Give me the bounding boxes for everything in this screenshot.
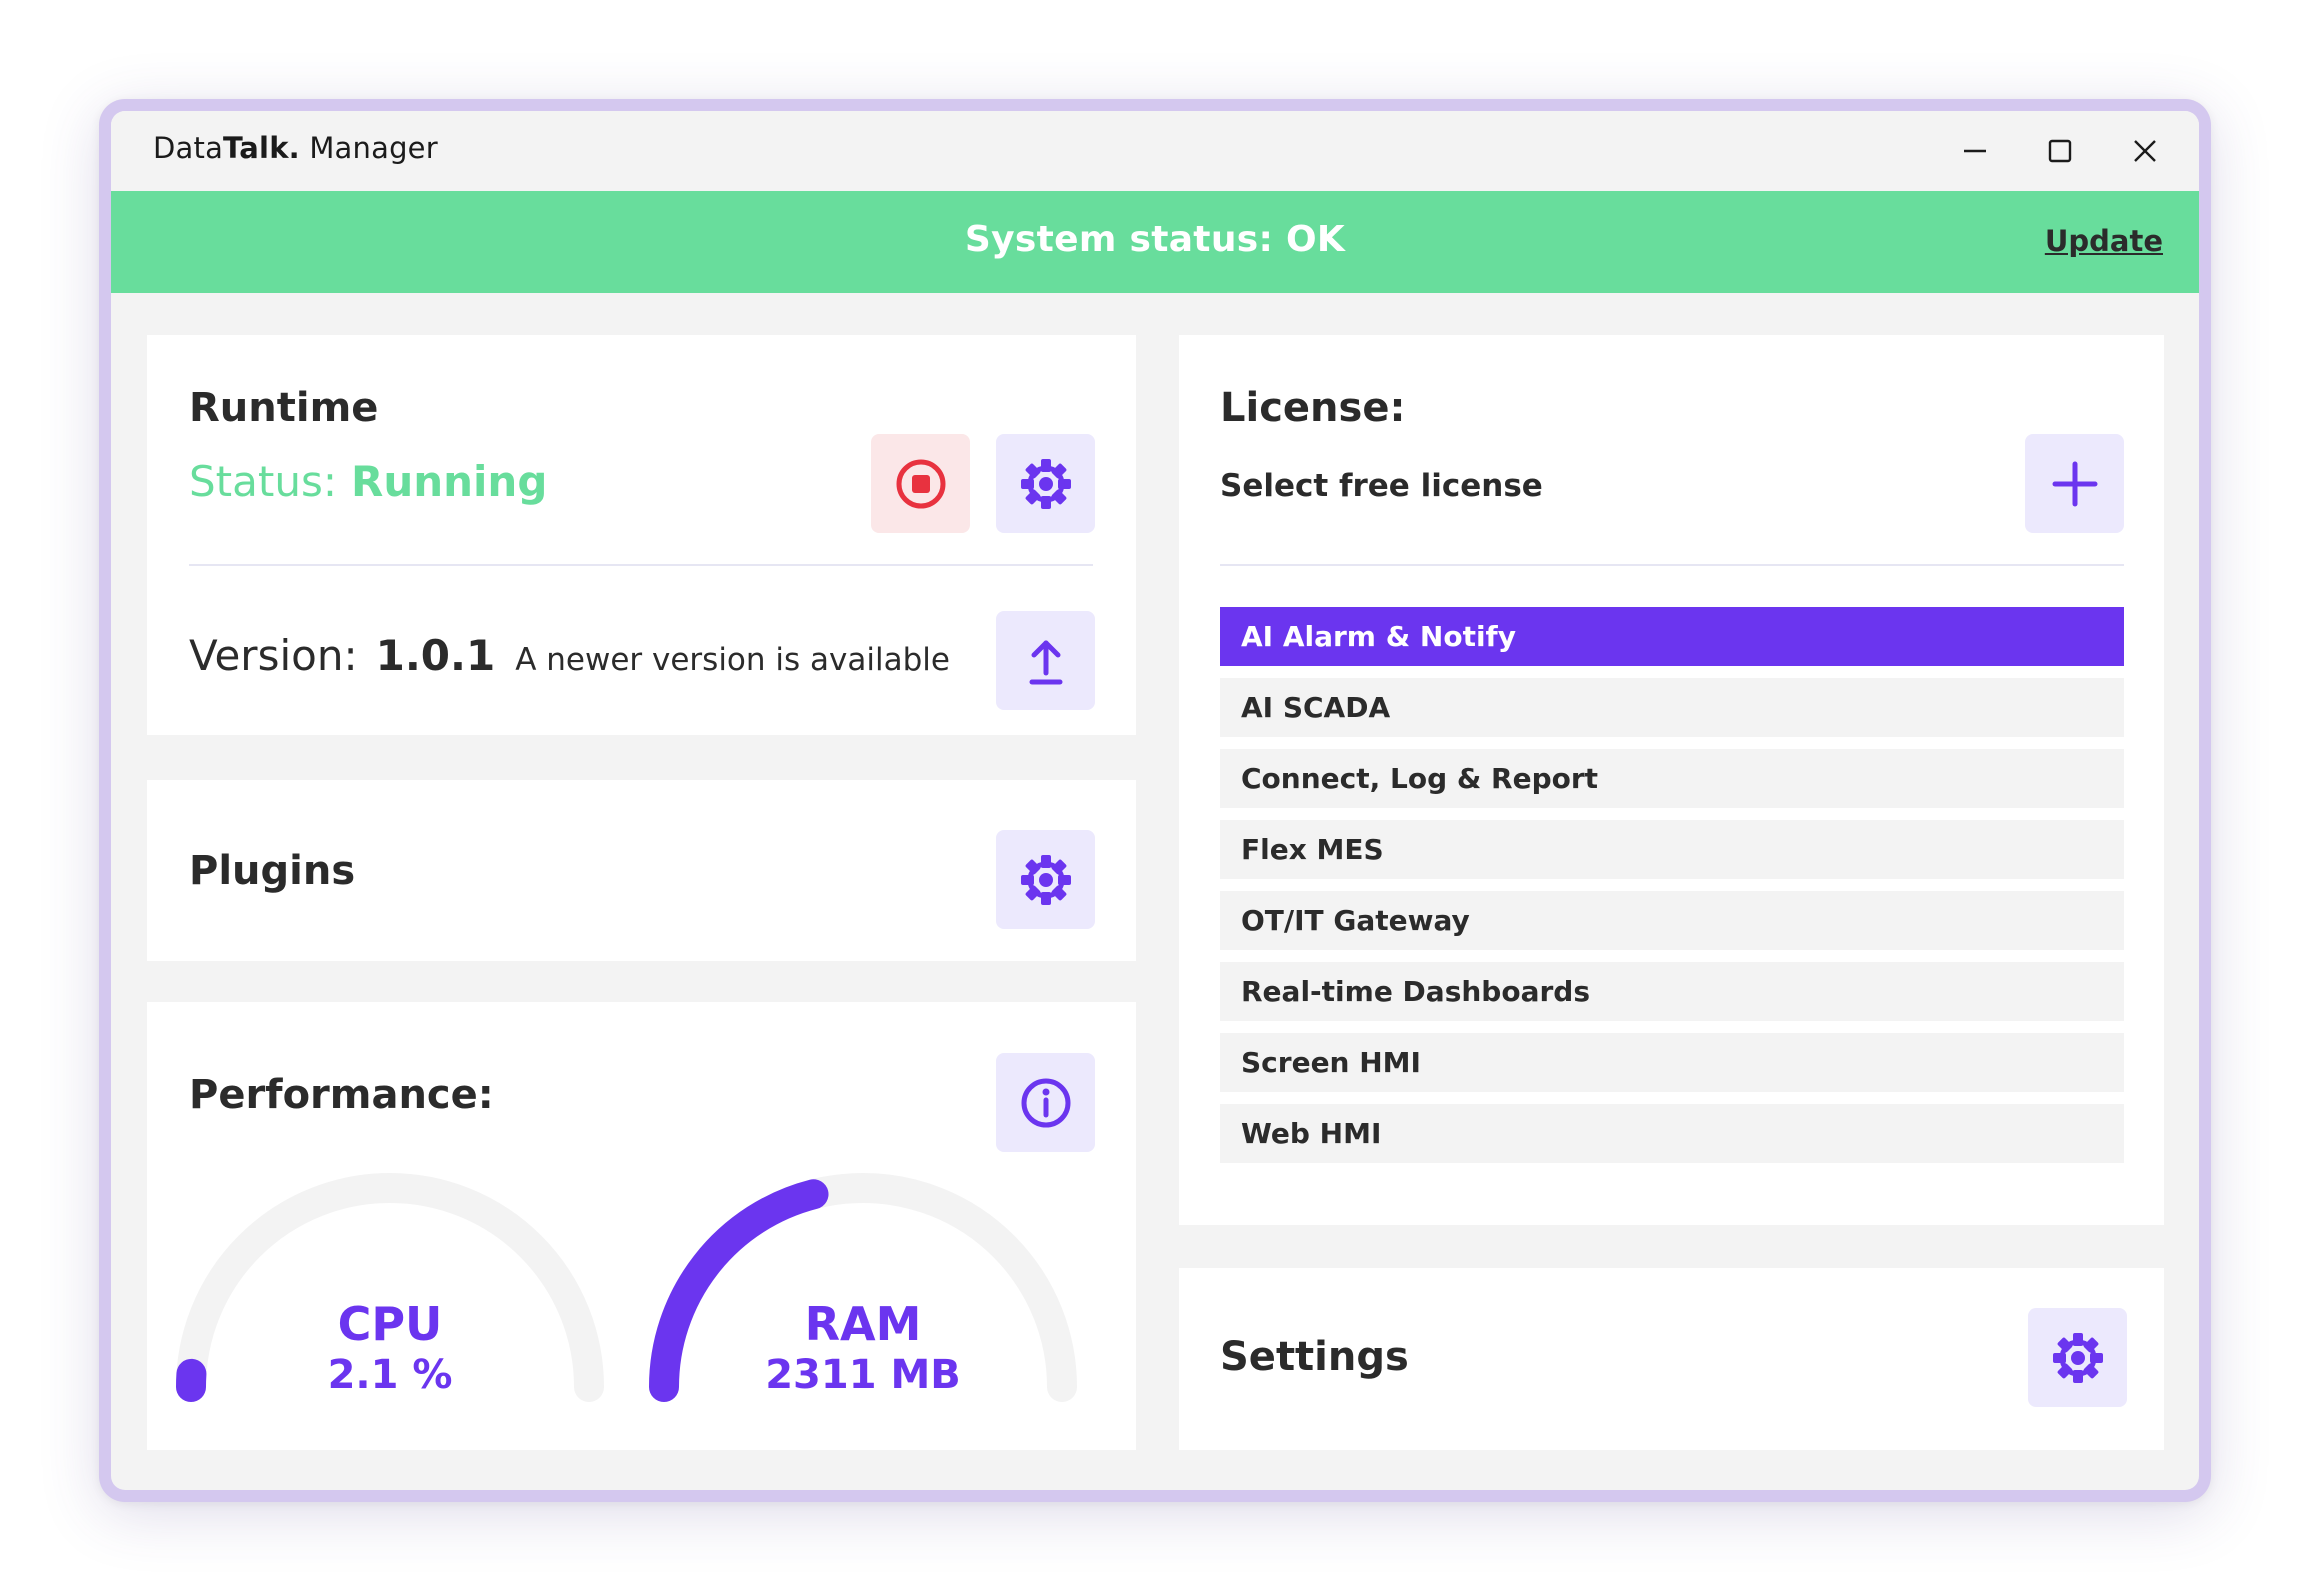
app-title-part-manager: Manager (309, 131, 438, 165)
license-item-ai-scada[interactable]: AI SCADA (1220, 678, 2124, 737)
ram-value: 2311 MB (765, 1352, 961, 1398)
performance-card: Performance: CPU 2.1 % RAM 2311 MB (147, 1002, 1136, 1450)
license-divider (1220, 564, 2124, 566)
gear-icon (1020, 458, 1071, 509)
license-subtitle: Select free license (1220, 468, 1543, 504)
info-icon (1021, 1078, 1070, 1127)
performance-info-button[interactable] (996, 1053, 1095, 1152)
version-label: Version: (189, 631, 358, 680)
runtime-card: Runtime Status: Running Version: 1.0.1 A… (147, 335, 1136, 735)
update-link[interactable]: Update (2045, 224, 2163, 258)
plugins-settings-button[interactable] (996, 830, 1095, 929)
runtime-divider (189, 564, 1093, 566)
version-update-note: A newer version is available (515, 642, 950, 678)
settings-title: Settings (1220, 1334, 1409, 1380)
app-title: DataTalk. Manager (153, 131, 438, 165)
plugins-title: Plugins (189, 848, 356, 894)
version-number: 1.0.1 (375, 631, 496, 680)
maximize-icon (2048, 139, 2072, 163)
stop-icon (896, 459, 945, 508)
system-status-bar: System status: OK Update (111, 191, 2199, 293)
plus-icon (2052, 461, 2097, 506)
runtime-title: Runtime (189, 385, 379, 431)
install-update-button[interactable] (996, 611, 1095, 710)
plugins-card: Plugins (147, 780, 1136, 961)
settings-card: Settings (1179, 1268, 2164, 1450)
version-line: Version: 1.0.1 A newer version is availabl… (189, 631, 950, 680)
runtime-status-label: Status: (189, 457, 337, 506)
close-button[interactable] (2119, 127, 2171, 175)
license-item-connect-log-report[interactable]: Connect, Log & Report (1220, 749, 2124, 808)
stop-runtime-button[interactable] (871, 434, 970, 533)
runtime-settings-button[interactable] (996, 434, 1095, 533)
license-card: License: Select free license AI Alarm & … (1179, 335, 2164, 1225)
app-window: DataTalk. Manager System status: OK Upda… (111, 111, 2199, 1490)
settings-button[interactable] (2028, 1308, 2127, 1407)
ram-label: RAM (804, 1297, 922, 1351)
license-item-flex-mes[interactable]: Flex MES (1220, 820, 2124, 879)
license-item-web-hmi[interactable]: Web HMI (1220, 1104, 2124, 1163)
maximize-button[interactable] (2034, 127, 2086, 175)
minimize-button[interactable] (1949, 127, 2001, 175)
add-license-button[interactable] (2025, 434, 2124, 533)
cpu-label: CPU (337, 1297, 443, 1351)
title-bar: DataTalk. Manager (111, 111, 2199, 191)
minimize-icon (1964, 149, 1986, 153)
license-item-real-time-dashboards[interactable]: Real-time Dashboards (1220, 962, 2124, 1021)
license-item-ot-it-gateway[interactable]: OT/IT Gateway (1220, 891, 2124, 950)
license-title: License: (1220, 385, 1406, 431)
close-icon (2134, 140, 2156, 162)
app-title-part-talk: Talk. (223, 131, 300, 165)
cpu-value: 2.1 % (327, 1352, 453, 1398)
license-item-ai-alarm-notify[interactable]: AI Alarm & Notify (1220, 607, 2124, 666)
system-status-text: System status: OK (964, 219, 1346, 260)
app-title-part-data: Data (153, 131, 224, 165)
upload-arrow-icon (1029, 640, 1062, 684)
performance-title: Performance: (189, 1072, 494, 1118)
license-item-screen-hmi[interactable]: Screen HMI (1220, 1033, 2124, 1092)
runtime-status: Status: Running (189, 457, 547, 506)
runtime-status-value: Running (350, 457, 548, 506)
gear-icon (2052, 1332, 2103, 1383)
gear-icon (1020, 854, 1071, 905)
